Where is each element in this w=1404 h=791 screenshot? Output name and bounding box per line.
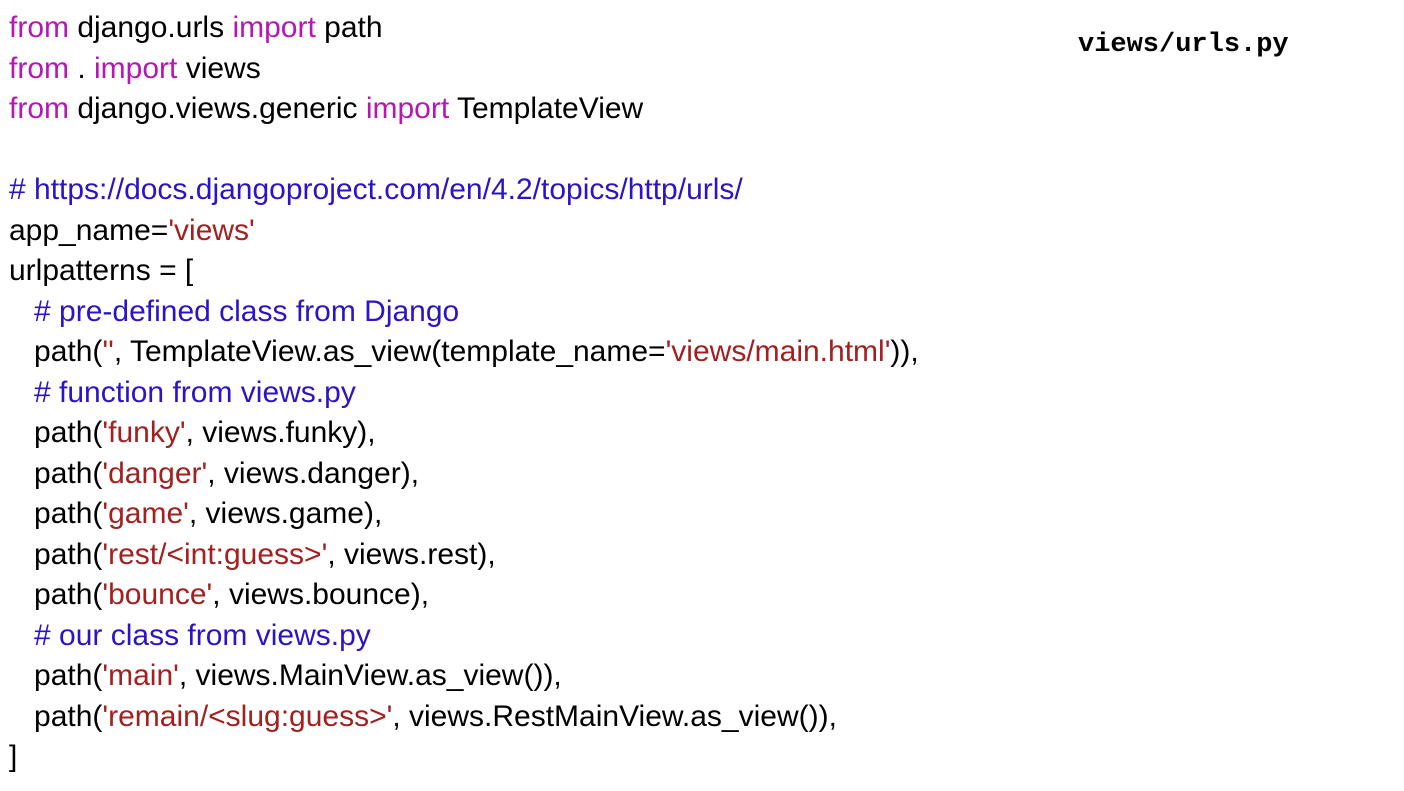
code-block: from django.urls import path from . impor… <box>9 8 919 778</box>
code-token: path( <box>9 416 103 449</box>
code-line: urlpatterns = [ <box>9 251 919 292</box>
keyword-token: from <box>9 92 69 125</box>
code-line: # pre-defined class from Django <box>9 292 919 333</box>
code-token: path( <box>9 659 103 692</box>
comment-token: # pre-defined class from Django <box>34 294 460 328</box>
code-line: path('rest/<int:guess>', views.rest), <box>9 535 919 576</box>
code-token: , views.RestMainView.as_view()), <box>392 699 837 733</box>
code-token: path( <box>9 699 103 733</box>
code-line: path('danger', views.danger), <box>9 454 919 495</box>
code-line: # https://docs.djangoproject.com/en/4.2/… <box>9 170 919 211</box>
comment-token: # function from views.py <box>34 375 356 409</box>
code-token: TemplateView <box>449 92 644 125</box>
comment-token: # https://docs.djangoproject.com/en/4.2/… <box>9 173 743 206</box>
code-token: , views.game), <box>188 497 383 530</box>
code-token: , views.danger), <box>207 456 420 490</box>
code-line: # our class from views.py <box>9 616 919 657</box>
keyword-token: import <box>232 11 316 44</box>
keyword-token: from <box>9 11 69 44</box>
code-line: from django.urls import path <box>9 8 919 49</box>
code-token: views <box>177 51 261 85</box>
file-name-label: views/urls.py <box>1078 30 1289 60</box>
code-token: , views.rest), <box>327 537 496 571</box>
code-token: )), <box>890 335 919 368</box>
string-token: 'funky' <box>102 416 186 449</box>
code-token: django.views.generic <box>69 92 366 125</box>
code-token: , views.MainView.as_view()), <box>178 659 562 692</box>
code-line: path('bounce', views.bounce), <box>9 575 919 616</box>
code-token: , views.bounce), <box>212 578 430 611</box>
string-token: 'views/main.html' <box>665 335 891 368</box>
code-token: ] <box>9 740 18 773</box>
string-token: 'remain/<slug:guess>' <box>102 699 393 733</box>
code-line: path('game', views.game), <box>9 494 919 535</box>
string-token: 'main' <box>102 659 179 692</box>
code-line: from django.views.generic import Templat… <box>9 89 919 130</box>
code-slide: views/urls.py from django.urls import pa… <box>0 0 1404 791</box>
keyword-token: import <box>365 92 450 125</box>
string-token: 'bounce' <box>102 578 213 611</box>
code-token: path( <box>9 578 103 611</box>
code-token: urlpatterns = [ <box>9 254 194 287</box>
code-line: path('remain/<slug:guess>', views.RestMa… <box>9 697 919 738</box>
code-token: app_name= <box>9 213 169 247</box>
code-line: from . import views <box>9 49 919 90</box>
string-token: '' <box>102 335 114 368</box>
code-line: path('funky', views.funky), <box>9 413 919 454</box>
string-token: 'rest/<int:guess>' <box>102 537 328 571</box>
code-line: ] <box>9 737 919 778</box>
code-token: , TemplateView.as_view(template_name= <box>113 335 666 368</box>
comment-token: # our class from views.py <box>34 618 371 652</box>
code-token: . <box>69 51 95 85</box>
code-line: # function from views.py <box>9 373 919 414</box>
string-token: 'game' <box>102 497 189 530</box>
string-token: 'views' <box>168 213 255 247</box>
code-token: path( <box>9 537 103 571</box>
code-line: app_name='views' <box>9 211 919 252</box>
code-token: , views.funky), <box>185 416 376 449</box>
keyword-token: import <box>94 51 178 85</box>
code-token: django.urls <box>69 11 233 44</box>
string-token: 'danger' <box>102 456 208 490</box>
code-token: path <box>315 11 383 44</box>
code-line: path('', TemplateView.as_view(template_n… <box>9 332 919 373</box>
keyword-token: from <box>9 51 69 85</box>
code-token: path( <box>9 497 103 530</box>
code-token: path( <box>9 335 103 368</box>
code-line: path('main', views.MainView.as_view()), <box>9 656 919 697</box>
code-token: path( <box>9 456 103 490</box>
